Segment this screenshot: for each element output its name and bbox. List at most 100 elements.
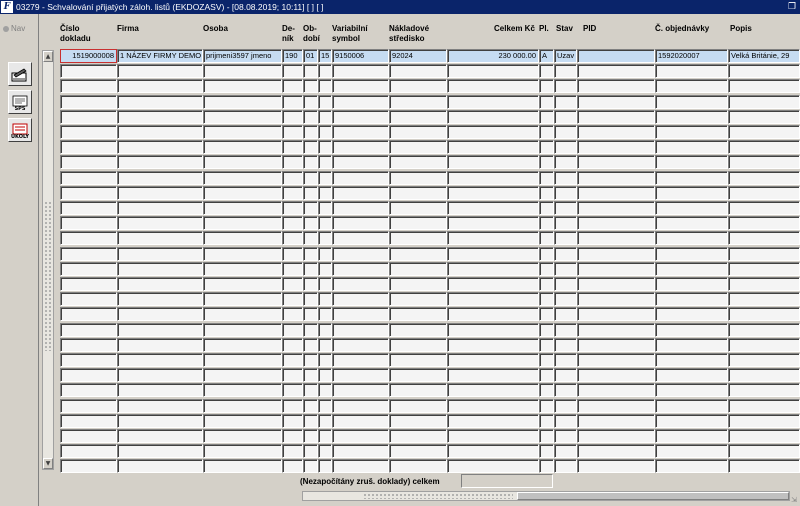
cell-vs[interactable] xyxy=(332,307,389,321)
cell-osoba[interactable] xyxy=(203,95,282,109)
cell-objednavka[interactable] xyxy=(655,216,728,230)
cell-celkem[interactable] xyxy=(447,292,539,306)
cell-cislo[interactable] xyxy=(60,201,117,215)
cell-pid[interactable] xyxy=(577,323,655,337)
cell-denik[interactable] xyxy=(282,231,303,245)
cell-celkem[interactable] xyxy=(447,338,539,352)
cell-stav[interactable] xyxy=(554,414,577,428)
cell-ns[interactable] xyxy=(389,95,447,109)
cell-c15[interactable] xyxy=(318,444,332,458)
cell-cislo[interactable] xyxy=(60,414,117,428)
column-header-objednavka[interactable]: Č. objednávky xyxy=(655,24,709,34)
cell-pid[interactable] xyxy=(577,140,655,154)
cell-pl[interactable] xyxy=(539,216,554,230)
cell-vs[interactable] xyxy=(332,64,389,78)
cell-celkem[interactable] xyxy=(447,201,539,215)
cell-celkem[interactable] xyxy=(447,140,539,154)
cell-objednavka[interactable] xyxy=(655,414,728,428)
cell-celkem[interactable] xyxy=(447,125,539,139)
cell-firma[interactable] xyxy=(117,201,203,215)
cell-firma[interactable] xyxy=(117,459,203,473)
cell-celkem[interactable] xyxy=(447,353,539,367)
cell-pid[interactable] xyxy=(577,383,655,397)
cell-denik[interactable] xyxy=(282,459,303,473)
column-header-osoba[interactable]: Osoba xyxy=(203,24,228,34)
cell-firma[interactable] xyxy=(117,444,203,458)
cell-obdobi[interactable] xyxy=(303,155,318,169)
cell-pl[interactable] xyxy=(539,307,554,321)
cell-obdobi[interactable] xyxy=(303,444,318,458)
cell-cislo[interactable] xyxy=(60,186,117,200)
cell-popis[interactable] xyxy=(728,231,800,245)
cell-vs[interactable] xyxy=(332,201,389,215)
cell-ns[interactable] xyxy=(389,383,447,397)
cell-celkem[interactable] xyxy=(447,323,539,337)
cell-pl[interactable] xyxy=(539,231,554,245)
cell-firma[interactable] xyxy=(117,292,203,306)
cell-cislo[interactable] xyxy=(60,155,117,169)
cell-objednavka[interactable] xyxy=(655,444,728,458)
cell-c15[interactable] xyxy=(318,414,332,428)
cell-denik[interactable] xyxy=(282,95,303,109)
cell-firma[interactable] xyxy=(117,79,203,93)
cell-c15[interactable] xyxy=(318,307,332,321)
cell-ns[interactable] xyxy=(389,277,447,291)
cell-obdobi[interactable] xyxy=(303,140,318,154)
cell-vs[interactable] xyxy=(332,186,389,200)
cell-ns[interactable] xyxy=(389,201,447,215)
cell-vs[interactable] xyxy=(332,231,389,245)
cell-stav[interactable] xyxy=(554,338,577,352)
cell-stav[interactable] xyxy=(554,323,577,337)
cell-obdobi[interactable] xyxy=(303,262,318,276)
cell-obdobi[interactable] xyxy=(303,216,318,230)
cell-osoba[interactable] xyxy=(203,323,282,337)
cell-pl[interactable] xyxy=(539,429,554,443)
cell-stav[interactable] xyxy=(554,368,577,382)
cell-c15[interactable] xyxy=(318,292,332,306)
cell-ns[interactable] xyxy=(389,140,447,154)
cell-popis[interactable] xyxy=(728,155,800,169)
cell-osoba[interactable] xyxy=(203,247,282,261)
cell-objednavka[interactable] xyxy=(655,399,728,413)
cell-pid[interactable] xyxy=(577,399,655,413)
horizontal-scrollbar[interactable] xyxy=(302,491,790,501)
cell-osoba[interactable] xyxy=(203,140,282,154)
cell-cislo[interactable] xyxy=(60,125,117,139)
cell-osoba[interactable] xyxy=(203,110,282,124)
cell-popis[interactable] xyxy=(728,414,800,428)
cell-objednavka[interactable] xyxy=(655,125,728,139)
cell-popis[interactable] xyxy=(728,353,800,367)
cell-c15[interactable] xyxy=(318,262,332,276)
cell-vs[interactable] xyxy=(332,95,389,109)
cell-stav[interactable] xyxy=(554,383,577,397)
cell-denik[interactable]: 190 xyxy=(282,49,303,63)
cell-pid[interactable] xyxy=(577,216,655,230)
scroll-up-arrow-icon[interactable]: ▲ xyxy=(43,51,53,62)
cell-firma[interactable] xyxy=(117,186,203,200)
cell-obdobi[interactable] xyxy=(303,338,318,352)
cell-obdobi[interactable] xyxy=(303,171,318,185)
cell-popis[interactable]: Velká Británie, 29 xyxy=(728,49,800,63)
cell-firma[interactable] xyxy=(117,383,203,397)
cell-vs[interactable] xyxy=(332,216,389,230)
cell-ns[interactable] xyxy=(389,125,447,139)
cell-ns[interactable] xyxy=(389,414,447,428)
cell-stav[interactable] xyxy=(554,201,577,215)
cell-c15[interactable] xyxy=(318,216,332,230)
cell-ns[interactable] xyxy=(389,399,447,413)
cell-denik[interactable] xyxy=(282,79,303,93)
cell-cislo[interactable] xyxy=(60,171,117,185)
cell-denik[interactable] xyxy=(282,383,303,397)
approve-tool-button[interactable] xyxy=(8,62,32,86)
cell-denik[interactable] xyxy=(282,277,303,291)
cell-cislo[interactable] xyxy=(60,140,117,154)
column-header-popis[interactable]: Popis xyxy=(730,24,752,34)
cell-popis[interactable] xyxy=(728,247,800,261)
cell-c15[interactable] xyxy=(318,64,332,78)
cell-osoba[interactable] xyxy=(203,79,282,93)
vertical-scrollbar[interactable]: ▲ ▼ xyxy=(42,50,54,470)
cell-pl[interactable] xyxy=(539,399,554,413)
cell-firma[interactable] xyxy=(117,368,203,382)
cell-pid[interactable] xyxy=(577,277,655,291)
cell-vs[interactable] xyxy=(332,444,389,458)
